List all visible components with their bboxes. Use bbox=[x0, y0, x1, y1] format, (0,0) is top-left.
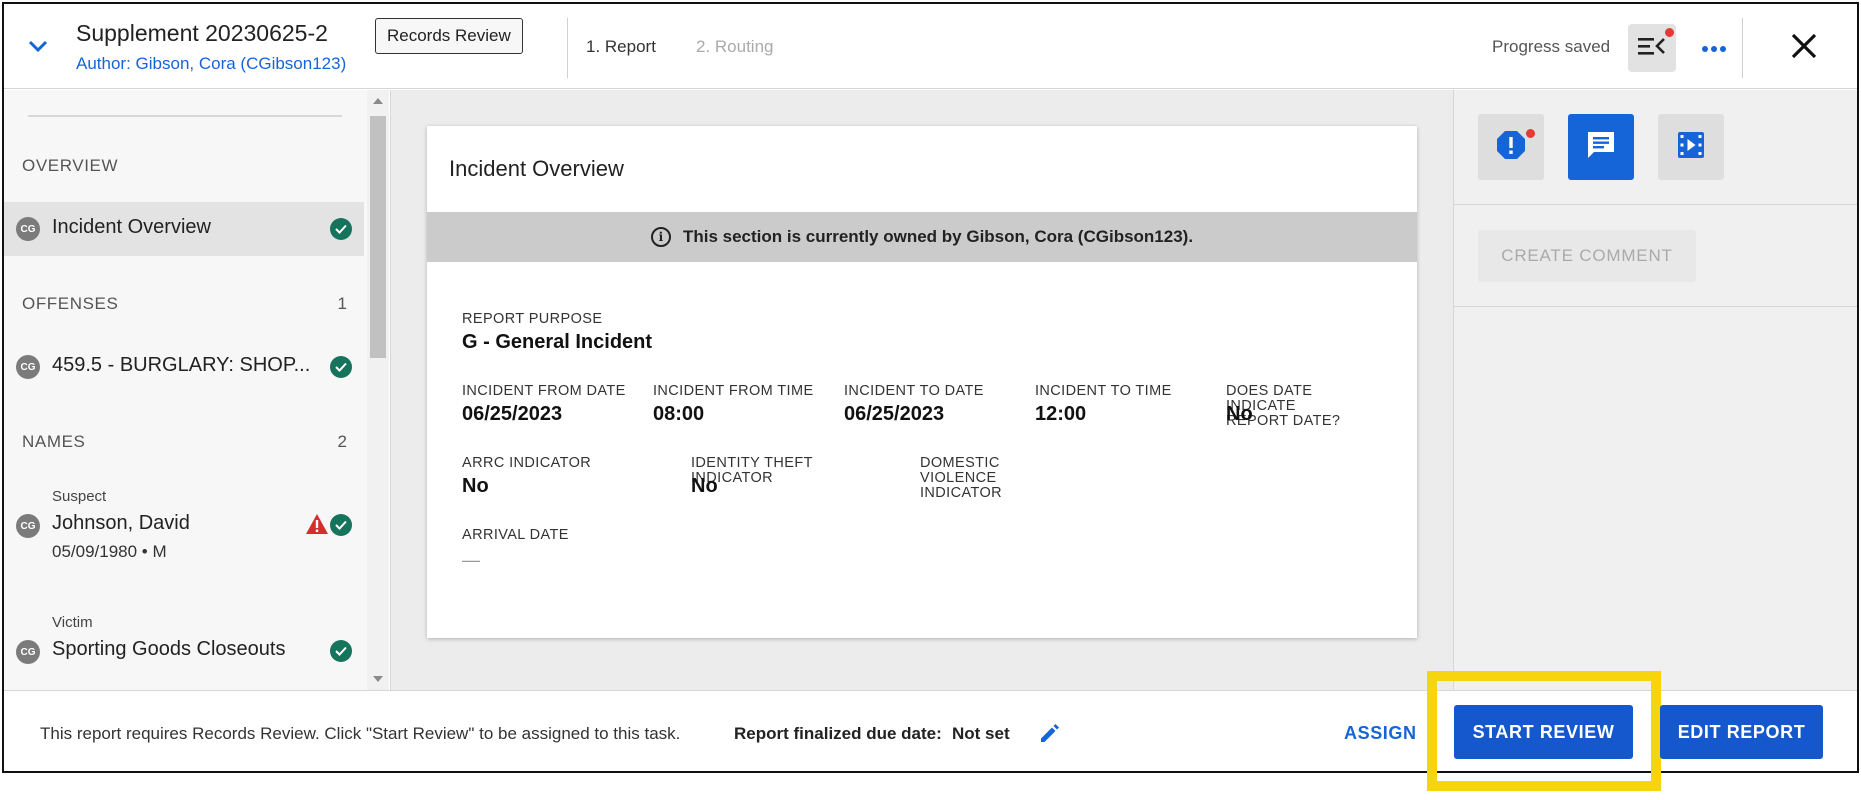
info-icon: i bbox=[650, 227, 671, 247]
name-role: Victim bbox=[52, 614, 93, 631]
alert-octagon-icon bbox=[1496, 130, 1526, 165]
incident-from-date-value: 06/25/2023 bbox=[462, 403, 563, 425]
report-title: Supplement 20230625-2 bbox=[76, 20, 328, 46]
does-date-indicate-value: No bbox=[1226, 403, 1253, 425]
sidebar-item-victim[interactable]: Victim CG Sporting Goods Closeouts bbox=[4, 614, 364, 684]
sidebar-section-names: NAMES bbox=[22, 432, 86, 451]
field-label: REPORT PURPOSE bbox=[462, 311, 603, 327]
edit-report-button[interactable]: EDIT REPORT bbox=[1660, 705, 1823, 759]
step-routing[interactable]: 2. Routing bbox=[696, 37, 774, 57]
notification-dot bbox=[1526, 129, 1535, 138]
close-button[interactable] bbox=[1782, 26, 1826, 70]
scroll-up-icon[interactable] bbox=[373, 98, 383, 104]
field-label: INCIDENT TO TIME bbox=[1035, 383, 1172, 399]
scrollbar-thumb[interactable] bbox=[370, 116, 386, 358]
chevron-down-icon[interactable] bbox=[24, 32, 52, 60]
field-label: DOMESTIC VIOLENCE INDICATOR bbox=[920, 455, 1003, 501]
ownership-banner: i This section is currently owned by Gib… bbox=[427, 212, 1417, 262]
sidebar-item-incident-overview[interactable]: CG Incident Overview bbox=[4, 202, 364, 256]
pencil-icon[interactable] bbox=[1036, 719, 1064, 747]
check-circle-icon bbox=[330, 218, 352, 240]
identity-theft-value: No bbox=[691, 475, 718, 497]
media-tab[interactable] bbox=[1658, 114, 1724, 180]
incident-overview-card: Incident Overview i This section is curr… bbox=[427, 126, 1417, 638]
review-message: This report requires Records Review. Cli… bbox=[40, 724, 681, 743]
incident-to-time-value: 12:00 bbox=[1035, 403, 1087, 425]
sidebar-section-overview: OVERVIEW bbox=[22, 156, 119, 175]
ownership-text: This section is currently owned by Gibso… bbox=[682, 227, 1194, 246]
notification-dot bbox=[1665, 28, 1674, 37]
due-date-value: Not set bbox=[952, 724, 1010, 743]
arrc-indicator-value: No bbox=[462, 475, 489, 497]
avatar: CG bbox=[16, 355, 40, 379]
start-review-button[interactable]: START REVIEW bbox=[1454, 705, 1633, 759]
comment-icon bbox=[1586, 130, 1616, 165]
sidebar-divider bbox=[28, 115, 342, 117]
field-label: ARRIVAL DATE bbox=[462, 527, 569, 543]
header-divider bbox=[567, 18, 568, 78]
check-circle-icon bbox=[330, 356, 352, 378]
panel-divider bbox=[1454, 306, 1857, 307]
app-window: Supplement 20230625-2 Author: Gibson, Co… bbox=[2, 2, 1859, 773]
step-report[interactable]: 1. Report bbox=[586, 37, 656, 57]
assign-button[interactable]: ASSIGN bbox=[1344, 723, 1417, 744]
panel-divider bbox=[1454, 204, 1857, 205]
sidebar-item-label: Johnson, David bbox=[52, 512, 190, 534]
header: Supplement 20230625-2 Author: Gibson, Co… bbox=[4, 4, 1857, 89]
side-panel: CREATE COMMENT bbox=[1453, 90, 1857, 690]
outline-toggle-icon bbox=[1637, 35, 1667, 62]
sidebar-item-label: Incident Overview bbox=[52, 216, 211, 238]
field-label: ARRC INDICATOR bbox=[462, 455, 592, 471]
section-navigation: OVERVIEW CG Incident Overview OFFENSES 1… bbox=[4, 90, 367, 690]
comments-tab[interactable] bbox=[1568, 114, 1634, 180]
avatar: CG bbox=[16, 217, 40, 241]
close-icon bbox=[1790, 32, 1818, 65]
field-label: INCIDENT FROM DATE bbox=[462, 383, 626, 399]
name-details: 05/09/1980 • M bbox=[52, 542, 167, 561]
field-label: INCIDENT FROM TIME bbox=[653, 383, 814, 399]
names-count: 2 bbox=[337, 432, 347, 451]
card-title: Incident Overview bbox=[449, 156, 624, 181]
progress-status: Progress saved bbox=[1492, 37, 1611, 56]
more-options-button[interactable] bbox=[1694, 28, 1734, 68]
due-date-label: Report finalized due date: bbox=[734, 724, 942, 743]
video-icon bbox=[1676, 130, 1706, 165]
name-role: Suspect bbox=[52, 488, 107, 505]
main-content: Incident Overview i This section is curr… bbox=[390, 90, 1453, 690]
scroll-down-icon[interactable] bbox=[373, 676, 383, 682]
records-review-badge: Records Review bbox=[375, 18, 523, 54]
sidebar-item-label: 459.5 - BURGLARY: SHOP... bbox=[52, 354, 311, 376]
offenses-count: 1 bbox=[337, 294, 347, 313]
sidebar-scrollbar[interactable] bbox=[367, 90, 389, 690]
header-divider bbox=[1742, 18, 1743, 78]
sidebar-section-offenses: OFFENSES bbox=[22, 294, 119, 313]
create-comment-button[interactable]: CREATE COMMENT bbox=[1478, 230, 1696, 282]
check-circle-icon bbox=[330, 514, 352, 536]
incident-to-date-value: 06/25/2023 bbox=[844, 403, 945, 425]
sidebar-item-offense[interactable]: CG 459.5 - BURGLARY: SHOP... bbox=[4, 340, 364, 394]
incident-from-time-value: 08:00 bbox=[653, 403, 705, 425]
report-purpose-value: G - General Incident bbox=[462, 331, 653, 353]
report-author[interactable]: Author: Gibson, Cora (CGibson123) bbox=[76, 54, 346, 74]
outline-toggle-button[interactable] bbox=[1628, 24, 1676, 72]
sidebar-item-label: Sporting Goods Closeouts bbox=[52, 638, 286, 660]
warning-icon bbox=[305, 513, 329, 535]
more-horizontal-icon bbox=[1702, 39, 1726, 57]
avatar: CG bbox=[16, 640, 40, 664]
avatar: CG bbox=[16, 514, 40, 538]
field-label: INCIDENT TO DATE bbox=[844, 383, 984, 399]
sidebar-item-suspect[interactable]: Suspect CG Johnson, David 05/09/1980 • M bbox=[4, 488, 364, 574]
check-circle-icon bbox=[330, 640, 352, 662]
arrival-date-value: — bbox=[462, 550, 480, 570]
alerts-tab[interactable] bbox=[1478, 114, 1544, 180]
